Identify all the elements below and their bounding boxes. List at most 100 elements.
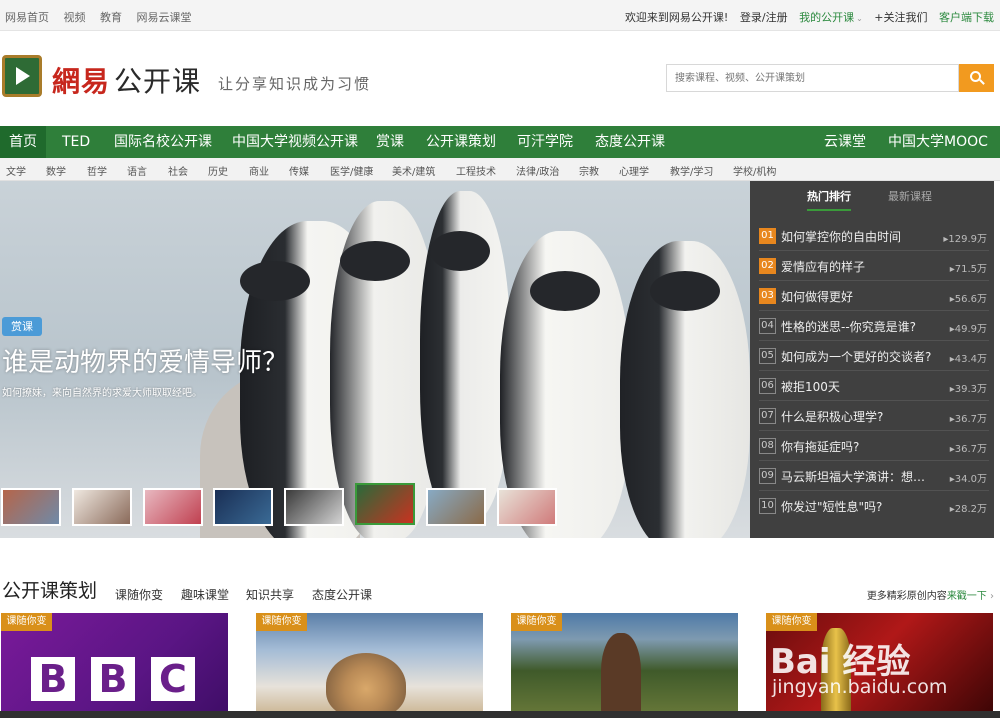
banner-title[interactable]: 谁是动物界的爱情导师？	[2, 342, 288, 379]
nav-mooc[interactable]: 中国大学MOOC	[879, 126, 997, 158]
category-item[interactable]: 美术/建筑	[392, 163, 435, 178]
rank-count: ▸28.2万	[949, 504, 987, 515]
play-icon	[16, 67, 30, 85]
ranking-item[interactable]: 09 马云斯坦福大学演讲：想… ▸34.0万	[759, 461, 989, 491]
category-item[interactable]: 法律/政治	[516, 163, 559, 178]
download-link[interactable]: 客户端下载	[939, 11, 994, 24]
nav-course-plan[interactable]: 公开课策划	[417, 126, 505, 158]
ranking-item[interactable]: 10 你发过"短性息"吗? ▸28.2万	[759, 491, 989, 521]
ranking-item[interactable]: 08 你有拖延症吗? ▸36.7万	[759, 431, 989, 461]
rank-title[interactable]: 被拒100天	[781, 378, 840, 395]
rank-count: ▸34.0万	[949, 474, 987, 485]
ranking-tabs: 热门排行 最新课程	[750, 181, 994, 213]
course-card[interactable]: 课随你变 B B C	[1, 613, 228, 718]
category-item[interactable]: 学校/机构	[733, 163, 776, 178]
link-education[interactable]: 教育	[100, 11, 122, 24]
ranking-item[interactable]: 06 被拒100天 ▸39.3万	[759, 371, 989, 401]
rank-count-value: 39.3万	[954, 384, 987, 395]
category-item[interactable]: 工程技术	[456, 163, 496, 178]
banner-thumb[interactable]	[72, 488, 132, 526]
category-item[interactable]: 心理学	[619, 163, 649, 178]
rank-title[interactable]: 性格的迷思--你究竟是谁?	[781, 318, 916, 335]
category-item[interactable]: 历史	[208, 163, 228, 178]
card-tag: 课随你变	[1, 613, 52, 631]
section-tab[interactable]: 课随你变	[115, 586, 163, 603]
rank-title[interactable]: 爱情应有的样子	[781, 258, 865, 275]
section-tab[interactable]: 态度公开课	[312, 586, 372, 603]
rank-number: 05	[759, 348, 776, 364]
rank-title[interactable]: 什么是积极心理学?	[781, 408, 883, 425]
link-163-home[interactable]: 网易首页	[5, 11, 49, 24]
category-item[interactable]: 商业	[249, 163, 269, 178]
nav-ted[interactable]: TED	[53, 126, 99, 158]
ranking-item[interactable]: 03 如何做得更好 ▸56.6万	[759, 281, 989, 311]
ranking-item[interactable]: 01 如何掌控你的自由时间 ▸129.9万	[759, 221, 989, 251]
section-tab[interactable]: 趣味课堂	[181, 586, 229, 603]
rank-title[interactable]: 如何做得更好	[781, 288, 853, 305]
follow-link[interactable]: +关注我们	[874, 11, 927, 24]
banner-thumb[interactable]	[1, 488, 61, 526]
rank-number: 02	[759, 258, 776, 274]
nav-attitude[interactable]: 态度公开课	[586, 126, 674, 158]
rank-title[interactable]: 你发过"短性息"吗?	[781, 498, 882, 515]
ranking-item[interactable]: 02 爱情应有的样子 ▸71.5万	[759, 251, 989, 281]
banner-badge[interactable]: 赏课	[2, 317, 42, 336]
search-box	[666, 64, 959, 92]
banner-thumb[interactable]	[143, 488, 203, 526]
category-item[interactable]: 社会	[168, 163, 188, 178]
search-button[interactable]	[959, 64, 994, 92]
banner-thumb[interactable]	[284, 488, 344, 526]
banner-thumb[interactable]	[497, 488, 557, 526]
rank-count-value: 34.0万	[954, 474, 987, 485]
hero-banner[interactable]: 赏课 谁是动物界的爱情导师？ 如何撩妹，来向自然界的求爱大师取取经吧。	[0, 181, 750, 538]
rank-title[interactable]: 如何掌控你的自由时间	[781, 228, 901, 245]
section-tab[interactable]: 知识共享	[246, 586, 294, 603]
nav-china-univ[interactable]: 中国大学视频公开课	[223, 126, 367, 158]
nav-cloud-class[interactable]: 云课堂	[815, 126, 875, 158]
login-link[interactable]: 登录/注册	[740, 11, 788, 24]
top-bar: 网易首页 视频 教育 网易云课堂 欢迎来到网易公开课! 登录/注册 我的公开课 ⌄…	[0, 0, 1000, 31]
rank-title[interactable]: 如何成为一个更好的交谈者?	[781, 348, 931, 365]
banner-thumb[interactable]	[426, 488, 486, 526]
more-content-link[interactable]: 更多精彩原创内容来戳一下 ›	[867, 587, 994, 602]
banner-thumb[interactable]	[213, 488, 273, 526]
rank-count-value: 28.2万	[954, 504, 987, 515]
top-left-links: 网易首页 视频 教育 网易云课堂	[5, 9, 203, 25]
ranking-item[interactable]: 07 什么是积极心理学? ▸36.7万	[759, 401, 989, 431]
brand-open-course[interactable]: 公开课	[114, 60, 201, 100]
chevron-down-icon[interactable]: ⌄	[856, 14, 863, 23]
course-card[interactable]: 课随你变	[256, 613, 483, 718]
category-item[interactable]: 哲学	[87, 163, 107, 178]
category-item[interactable]: 数学	[46, 163, 66, 178]
brand-163[interactable]: 網易	[52, 60, 110, 100]
tab-new[interactable]: 最新课程	[888, 188, 932, 204]
rank-title[interactable]: 你有拖延症吗?	[781, 438, 859, 455]
category-item[interactable]: 文学	[6, 163, 26, 178]
ranking-item[interactable]: 04 性格的迷思--你究竟是谁? ▸49.9万	[759, 311, 989, 341]
card-tag: 课随你变	[511, 613, 562, 631]
nav-intl-schools[interactable]: 国际名校公开课	[105, 126, 221, 158]
tab-hot[interactable]: 热门排行	[807, 188, 851, 211]
nav-reward-course[interactable]: 赏课	[367, 126, 413, 158]
nav-khan[interactable]: 可汗学院	[508, 126, 582, 158]
category-item[interactable]: 宗教	[579, 163, 599, 178]
more-link[interactable]: 来戳一下	[947, 591, 987, 602]
category-item[interactable]: 医学/健康	[330, 163, 373, 178]
my-course-link[interactable]: 我的公开课	[799, 11, 854, 24]
link-cloud-class[interactable]: 网易云课堂	[137, 11, 192, 24]
bbc-letter: B	[31, 657, 75, 701]
search-input[interactable]	[667, 65, 958, 91]
nav-home[interactable]: 首页	[0, 126, 46, 158]
category-item[interactable]: 教学/学习	[670, 163, 713, 178]
course-plan-section: 公开课策划 课随你变 趣味课堂 知识共享 态度公开课 更多精彩原创内容来戳一下 …	[0, 570, 1000, 610]
ranking-item[interactable]: 05 如何成为一个更好的交谈者? ▸43.4万	[759, 341, 989, 371]
category-item[interactable]: 语言	[127, 163, 147, 178]
rank-title[interactable]: 马云斯坦福大学演讲：想…	[781, 468, 925, 485]
link-video[interactable]: 视频	[64, 11, 86, 24]
rank-count-value: 43.4万	[954, 354, 987, 365]
logo-icon[interactable]	[2, 55, 42, 97]
category-item[interactable]: 传媒	[289, 163, 309, 178]
banner-thumb-selected[interactable]	[355, 483, 415, 525]
girl-image	[601, 633, 641, 718]
course-card[interactable]: 课随你变	[511, 613, 738, 718]
